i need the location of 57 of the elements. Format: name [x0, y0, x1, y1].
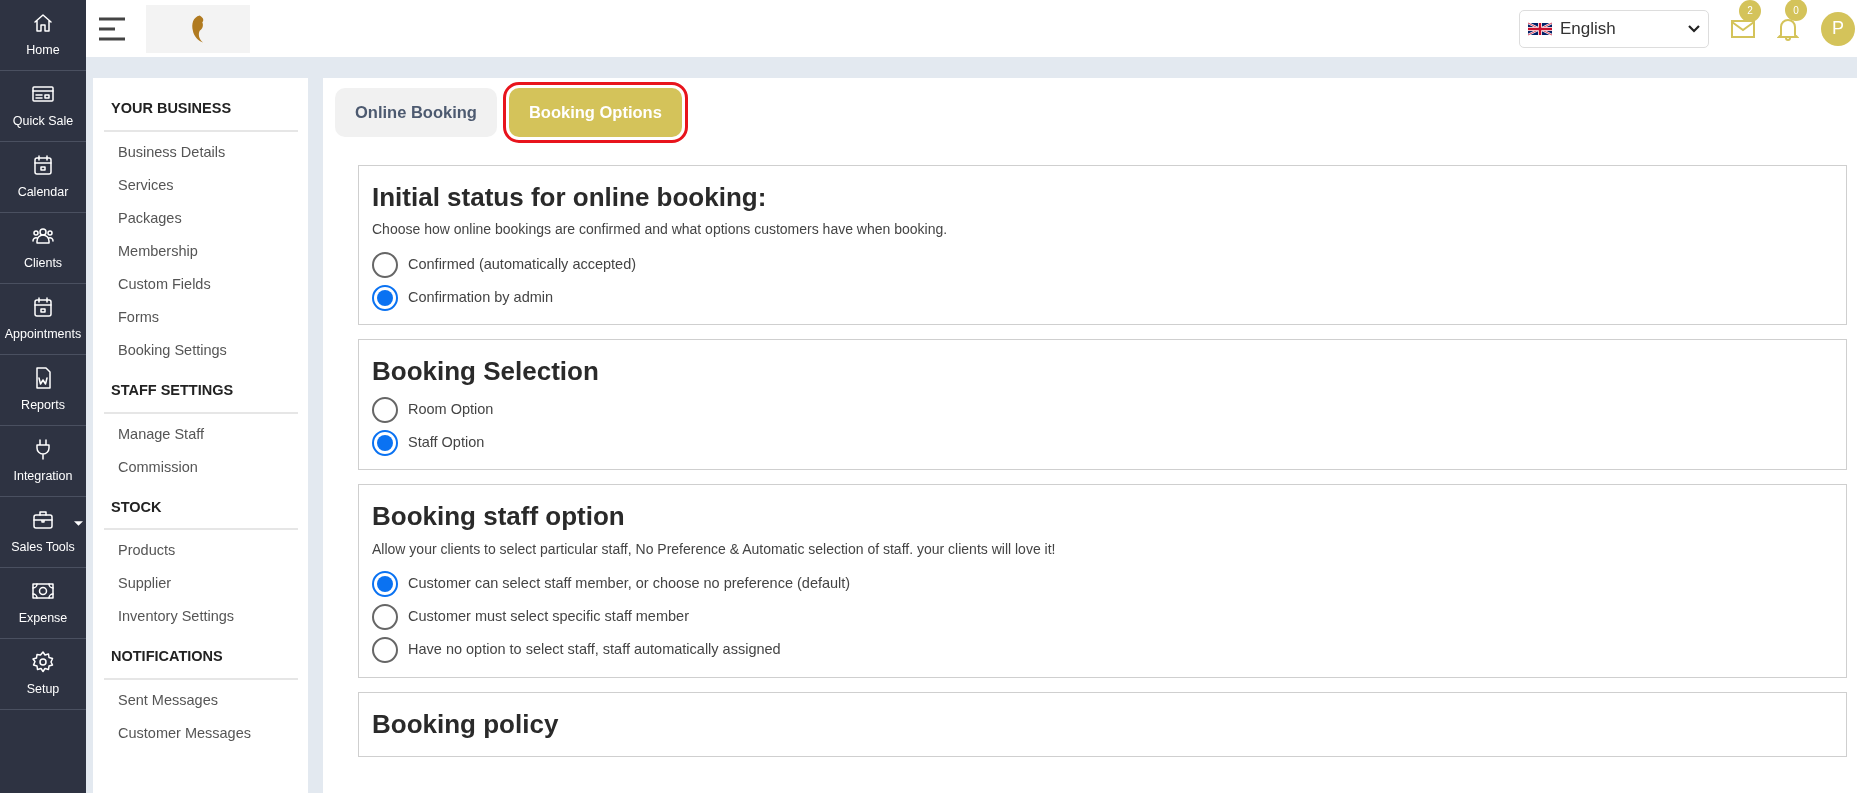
settings-link[interactable]: Products — [104, 539, 298, 573]
section-title: Booking Selection — [372, 356, 600, 388]
section-description: Allow your clients to select particular staff, No Preference & Automatic selection of staff. your clients will love it! — [372, 539, 1057, 559]
section-heading: YOUR BUSINESS — [104, 98, 298, 132]
settings-link[interactable]: Inventory Settings — [104, 605, 298, 639]
count-badge: 2 — [1739, 0, 1761, 22]
radio-button[interactable] — [372, 396, 398, 423]
sidebar-item[interactable]: Clients — [0, 213, 86, 284]
sidebar-item[interactable]: Setup — [0, 639, 86, 710]
sidebar-item[interactable]: Reports — [0, 355, 86, 426]
sidebar-item[interactable]: Sales Tools — [0, 497, 86, 568]
settings-link[interactable]: Commission — [104, 455, 298, 489]
settings-link[interactable]: Membership — [104, 239, 298, 273]
radio-button[interactable] — [372, 251, 398, 278]
radio-button[interactable] — [372, 604, 398, 631]
chevron-down-icon — [1688, 24, 1700, 33]
calendar-icon — [31, 294, 55, 319]
settings-link[interactable]: Booking Settings — [104, 338, 298, 372]
sidebar-item[interactable]: Appointments — [0, 284, 86, 355]
sidebar-item[interactable]: Calendar — [0, 142, 86, 213]
section-heading: STOCK — [104, 496, 298, 531]
section-title: Booking policy — [372, 708, 560, 740]
sidebar-item[interactable]: Expense — [0, 568, 86, 639]
count-badge: 0 — [1785, 0, 1807, 22]
calendar-icon — [31, 152, 55, 177]
settings-link[interactable]: Custom Fields — [104, 272, 298, 306]
radio-button[interactable] — [372, 284, 398, 311]
section-description: Choose how online bookings are confirmed and what options customers have when booking. — [372, 220, 949, 240]
option-label: Staff Option — [408, 433, 485, 452]
option-label: Confirmed (automatically accepted) — [408, 254, 637, 274]
option-label: Confirmation by admin — [408, 287, 554, 307]
language-select[interactable]: English — [1519, 9, 1709, 48]
settings-link[interactable]: Services — [104, 173, 298, 207]
option-label: Customer must select specific staff member — [408, 607, 689, 627]
menu-icon[interactable] — [98, 16, 126, 41]
settings-icon — [31, 649, 55, 674]
sidebar-item[interactable]: Quick Sale — [0, 71, 86, 142]
option-label: Have no option to select staff, staff automatically assigned — [408, 640, 781, 660]
section-heading: STAFF SETTINGS — [104, 379, 298, 414]
section-title: Initial status for online booking: — [372, 182, 768, 214]
tab[interactable]: Online Booking — [335, 88, 497, 137]
settings-link[interactable]: Business Details — [104, 140, 298, 174]
settings-link[interactable]: Supplier — [104, 572, 298, 606]
flag-icon — [1528, 20, 1552, 37]
settings-link[interactable]: Manage Staff — [104, 422, 298, 456]
section-title: Booking staff option — [372, 501, 626, 533]
settings-link[interactable]: Packages — [104, 206, 298, 240]
settings-link[interactable]: Forms — [104, 305, 298, 339]
settings-link[interactable]: Sent Messages — [104, 689, 298, 722]
option-label: Customer can select staff member, or choose no preference (default) — [408, 574, 851, 594]
radio-button[interactable] — [372, 571, 398, 598]
option-label: Room Option — [408, 400, 494, 419]
sidebar-item[interactable]: Integration — [0, 426, 86, 497]
radio-button[interactable] — [372, 637, 398, 664]
radio-button[interactable] — [372, 429, 398, 456]
section-heading: NOTIFICATIONS — [104, 646, 298, 680]
settings-link[interactable]: Customer Messages — [104, 722, 298, 755]
